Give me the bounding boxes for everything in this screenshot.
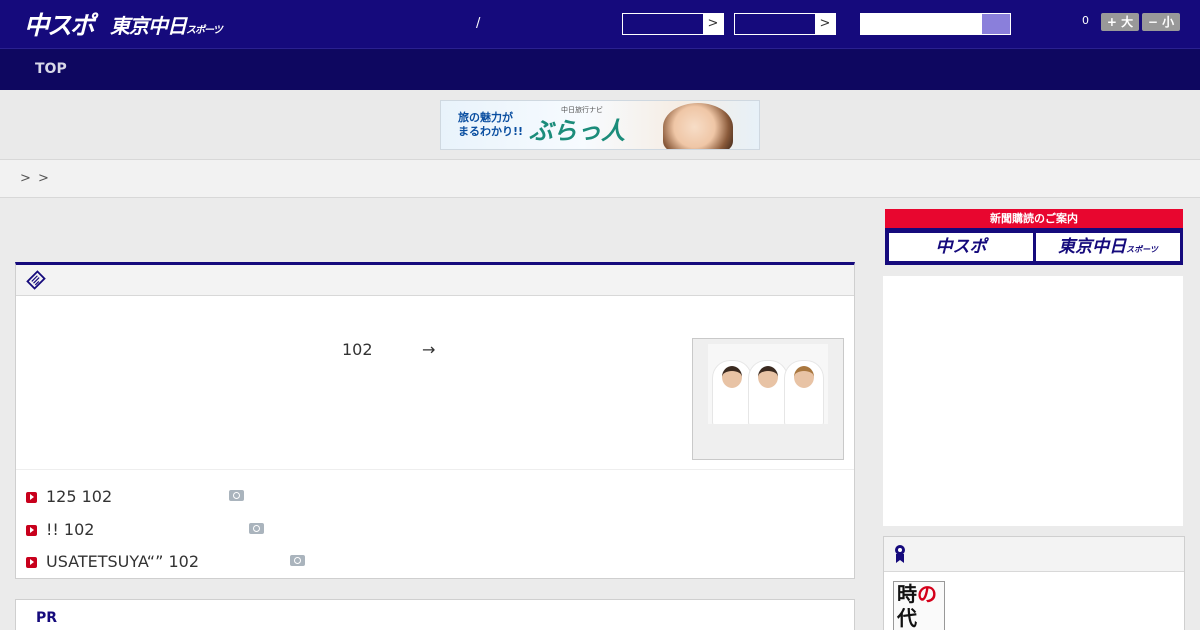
related-link-text[interactable]: USATETSUYA“” 102 <box>46 552 199 571</box>
related-link-text[interactable]: 125 102 <box>46 487 112 506</box>
search-button[interactable] <box>982 14 1010 34</box>
subscription-title[interactable]: 新聞購読のご案内 <box>885 209 1183 228</box>
pr-label: PR <box>36 610 58 626</box>
camera-icon <box>229 490 244 501</box>
ad-line-2: まるわかり!! <box>458 125 524 138</box>
ad-band: 旅の魅力が まるわかり!! 中日旅行ナビ ぶらっ人 <box>0 90 1200 160</box>
section-select[interactable]: > <box>734 13 836 35</box>
thumb-char-a: 時 <box>897 582 917 606</box>
breadcrumb-separator: > <box>38 171 49 186</box>
sidebar-ad[interactable] <box>883 276 1183 526</box>
thumb-small-char: の <box>917 582 937 606</box>
article-divider <box>16 469 854 470</box>
article-header <box>16 265 854 296</box>
main-nav: TOP <box>0 48 1200 90</box>
article-lead-arrow: → <box>422 340 436 359</box>
travel-ad-banner[interactable]: 旅の魅力が まるわかり!! 中日旅行ナビ ぶらっ人 <box>440 100 760 150</box>
search-input[interactable] <box>860 13 1011 35</box>
site-header: 中スポ 東京中日スポーツ / > > 0 + 大 − 小 <box>0 0 1200 48</box>
play-bullet-icon <box>26 557 37 568</box>
ad-headline: 旅の魅力が まるわかり!! <box>458 111 523 139</box>
widget-thumbnail[interactable]: 時の代 <box>893 581 945 630</box>
tokyo-logo-subtext: スポーツ <box>186 25 223 36</box>
ticket-icon <box>26 270 46 290</box>
article-photo[interactable] <box>692 338 844 460</box>
play-bullet-icon <box>26 525 37 536</box>
subscription-box: 新聞購読のご案内 中スポ 東京中日スポーツ <box>885 209 1183 265</box>
breadcrumb: > > <box>0 160 1200 198</box>
chuspo-logo[interactable]: 中スポ <box>24 6 95 42</box>
thumb-char-b: 代 <box>897 606 917 630</box>
font-smaller-button[interactable]: − 小 <box>1142 13 1180 31</box>
font-larger-button[interactable]: + 大 <box>1101 13 1139 31</box>
tokyo-subscribe-text: 東京中日 <box>1058 237 1127 257</box>
chevron-right-icon[interactable]: > <box>703 14 723 34</box>
tokyo-logo-text: 東京中日 <box>110 14 187 38</box>
nav-item-top[interactable]: TOP <box>35 61 67 77</box>
camera-icon <box>249 523 264 534</box>
article-card: 102 → 125 102 !! 102 USATETSUYA“” 102 <box>15 262 855 579</box>
photo-person <box>784 360 824 424</box>
pr-section: PR <box>15 599 855 630</box>
category-select[interactable]: > <box>622 13 724 35</box>
photo-person <box>748 360 788 424</box>
breadcrumb-separator: > <box>20 171 31 186</box>
camera-icon <box>290 555 305 566</box>
photo-person <box>712 360 752 424</box>
widget-header <box>884 537 1184 572</box>
article-lead-number: 102 <box>342 340 373 359</box>
tokyo-subscribe-subtext: スポーツ <box>1126 245 1158 254</box>
sidebar-widget: 時の代 <box>883 536 1185 630</box>
tokyo-subscribe-button[interactable]: 東京中日スポーツ <box>1036 233 1180 261</box>
chuspo-subscribe-button[interactable]: 中スポ <box>889 233 1033 261</box>
counter-label: 0 <box>1082 14 1089 27</box>
ad-brand: ぶらっ人 <box>529 117 625 145</box>
tokyo-chunichi-logo[interactable]: 東京中日スポーツ <box>110 10 223 39</box>
ad-line-1: 旅の魅力が <box>458 111 513 124</box>
header-separator: / <box>476 16 481 31</box>
play-bullet-icon <box>26 492 37 503</box>
group-photo <box>708 344 828 424</box>
ad-photo <box>663 103 733 149</box>
chevron-right-icon[interactable]: > <box>815 14 835 34</box>
ribbon-icon <box>893 544 907 568</box>
related-link-text[interactable]: !! 102 <box>46 520 94 539</box>
